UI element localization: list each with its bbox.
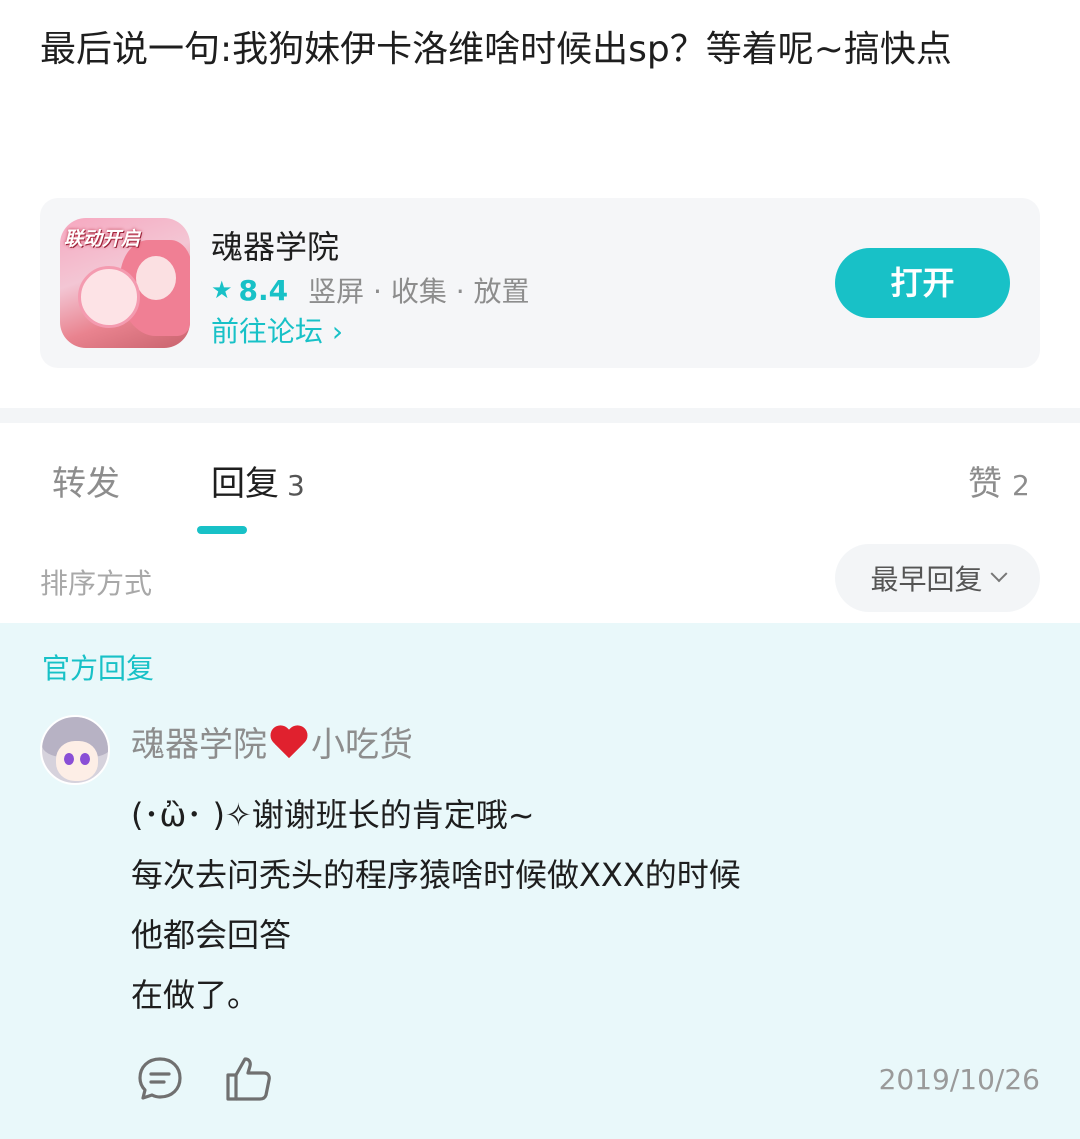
chevron-down-icon [990, 565, 1007, 583]
thumbs-up-icon[interactable] [224, 1055, 274, 1103]
open-button[interactable]: 打开 [835, 248, 1010, 318]
reply-body: (･ὢ･ )✧谢谢班长的肯定哦~ 每次去问秃头的程序猿啥时候做XXX的时候 他都… [131, 785, 1031, 1025]
game-app-icon[interactable]: 联动开启 [60, 218, 190, 348]
sort-dropdown[interactable]: 最早回复 [835, 544, 1040, 612]
tab-forward-label: 转发 [52, 464, 120, 504]
avatar-face [56, 741, 98, 781]
tab-forward[interactable]: 转发 [52, 456, 120, 505]
avatar-eye-right [80, 753, 90, 765]
game-name[interactable]: 魂器学院 [211, 222, 339, 268]
tab-reply[interactable]: 回复 3 [211, 456, 305, 505]
icon-art-face [78, 266, 140, 328]
star-icon: ★ [211, 276, 233, 304]
reply-date: 2019/10/26 [878, 1063, 1040, 1096]
avatar-eye-left [64, 753, 74, 765]
game-rating: 8.4 [238, 273, 289, 307]
active-tab-indicator [197, 526, 247, 534]
sort-selected-value: 最早回复 [870, 563, 983, 596]
tab-like-label: 赞 [968, 464, 1002, 504]
forum-link-label: 前往论坛 [211, 315, 324, 348]
game-tags: 竖屏 · 收集 · 放置 [308, 275, 530, 308]
forum-link[interactable]: 前往论坛 › [211, 310, 343, 350]
icon-badge: 联动开启 [64, 228, 141, 250]
avatar[interactable] [40, 715, 110, 785]
reply-line: 在做了。 [131, 976, 260, 1014]
tab-reply-label: 回复 [211, 464, 279, 504]
tab-like[interactable]: 赞2 [968, 456, 1030, 505]
icon-art-face-2 [136, 256, 176, 300]
tab-like-count: 2 [1012, 469, 1030, 502]
chevron-right-icon: › [331, 315, 344, 348]
author-name-suffix: 小吃货 [311, 725, 413, 765]
post-text: 最后说一句:我狗妹伊卡洛维啥时候出sp？等着呢~搞快点 [40, 29, 952, 70]
game-card[interactable]: 联动开启 魂器学院 ★ 8.4 竖屏 · 收集 · 放置 前往论坛 › 打开 [40, 198, 1040, 368]
reply-line: 每次去问秃头的程序猿啥时候做XXX的时候 [131, 856, 741, 894]
sort-label: 排序方式 [40, 567, 153, 600]
game-meta: ★ 8.4 竖屏 · 收集 · 放置 [211, 270, 530, 310]
reply-line: 他都会回答 [131, 916, 292, 954]
reply-line: (･ὢ･ )✧谢谢班长的肯定哦~ [131, 796, 535, 834]
heart-icon [269, 724, 309, 760]
official-reply-label: 官方回复 [42, 652, 155, 685]
author-name-prefix: 魂器学院 [131, 725, 267, 765]
comment-icon[interactable] [136, 1055, 184, 1103]
tab-reply-count: 3 [287, 469, 305, 502]
reply-author[interactable]: 魂器学院 小吃货 [131, 717, 413, 766]
official-reply-section: 官方回复 魂器学院 小吃货 (･ὢ･ )✧谢谢班长的肯定哦~ 每次去问秃头的程序… [0, 623, 1080, 1139]
section-divider [0, 408, 1080, 423]
